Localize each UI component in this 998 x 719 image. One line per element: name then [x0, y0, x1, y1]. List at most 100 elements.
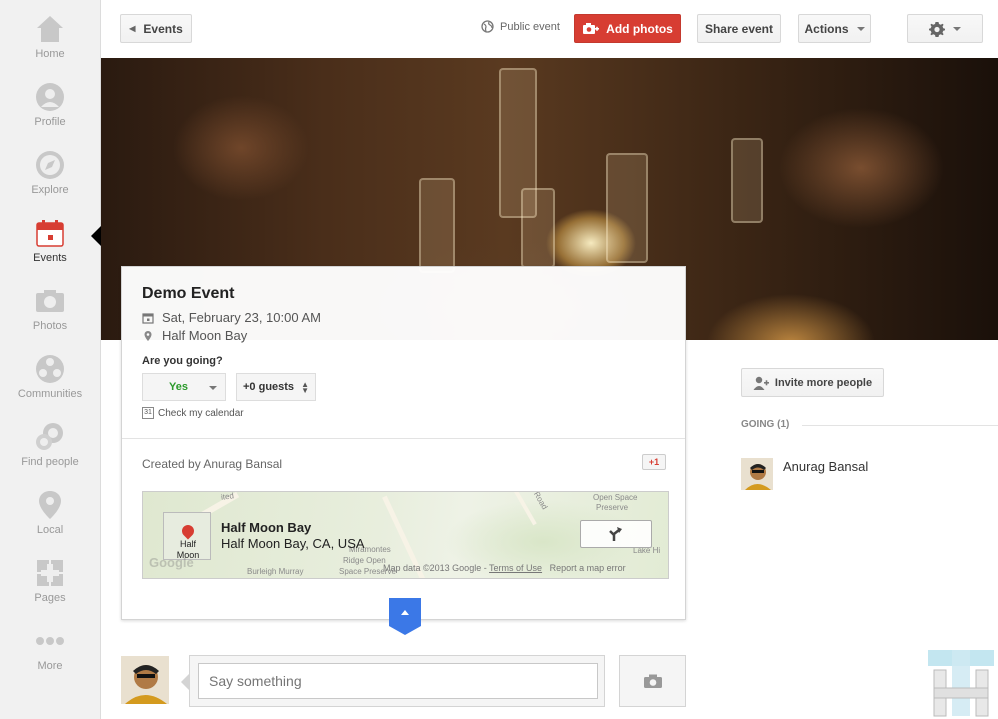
more-dots-icon [36, 637, 64, 645]
nav-label-communities: Communities [17, 388, 83, 400]
event-toolbar: ◀ Events Public event Add photos Share e… [101, 0, 998, 58]
nav-label-more: More [37, 660, 63, 672]
back-button-label: Events [143, 21, 183, 36]
add-person-icon [753, 376, 769, 390]
events-page: Home Profile Explore Events Photos Commu… [0, 0, 998, 719]
say-something-input[interactable] [198, 663, 598, 699]
going-divider [802, 425, 998, 426]
share-event-button[interactable]: Share event [697, 14, 781, 43]
post-composer [181, 655, 605, 707]
add-photos-button[interactable]: Add photos [574, 14, 681, 43]
directions-arrow-icon [609, 527, 622, 541]
google-map-logo: Google [149, 555, 194, 570]
profile-icon [36, 83, 64, 111]
gear-icon [929, 21, 945, 37]
public-event-label: Public event [500, 20, 560, 33]
map-thumb-label-line: Half [179, 539, 196, 549]
up-down-arrows-icon: ▲ ▼ [301, 380, 309, 395]
chevron-down-icon [856, 26, 865, 31]
actions-dropdown-button[interactable]: Actions [798, 14, 871, 43]
left-nav-sidebar: Home Profile Explore Events Photos Commu… [0, 0, 101, 719]
map-label: Open Space [593, 493, 638, 502]
nav-item-find-people[interactable]: Find people [0, 420, 100, 484]
settings-dropdown-button[interactable] [907, 14, 983, 43]
nav-item-communities[interactable]: Communities [0, 352, 100, 416]
camera-icon [643, 674, 662, 688]
globe-icon [481, 20, 494, 33]
active-nav-pointer [91, 226, 101, 246]
add-photos-label: Add photos [606, 21, 673, 36]
guests-stepper[interactable]: +0 guests ▲ ▼ [236, 373, 316, 401]
map-thumbnail: HalfMoon Bay [163, 512, 211, 560]
site-watermark-logo [928, 650, 994, 717]
back-to-events-button[interactable]: ◀ Events [120, 14, 192, 43]
nav-label-find-people: Find people [21, 456, 79, 468]
event-date-row: Sat, February 23, 10:00 AM [142, 310, 321, 325]
map-marker-icon [179, 522, 197, 540]
wine-glass-shape [606, 153, 648, 263]
map-label: Road [531, 491, 550, 512]
back-arrow-icon: ◀ [129, 24, 136, 33]
attendee-avatar[interactable] [741, 458, 773, 490]
collapse-card-button[interactable] [389, 598, 421, 635]
calendar-icon [36, 220, 64, 247]
nav-item-local[interactable]: Local [0, 488, 100, 552]
event-details-card: Demo Event Sat, February 23, 10:00 AM Ha… [121, 266, 686, 620]
map-place-address: Half Moon Bay, CA, USA [221, 536, 365, 551]
map-footer: Map data ©2013 Google - Terms of Use Rep… [383, 563, 626, 573]
rsvp-dropdown[interactable]: Yes [142, 373, 226, 401]
going-count-header: GOING (1) [741, 419, 790, 430]
map-data-credit: Map data ©2013 Google [383, 563, 482, 573]
glass-shape [521, 188, 555, 268]
pages-icon [37, 560, 63, 586]
created-by-text: Created by Anurag Bansal [142, 457, 283, 471]
nav-item-events[interactable]: Events [0, 216, 100, 280]
map-label: Preserve [596, 503, 629, 512]
location-pin-icon [144, 330, 152, 341]
nav-item-more[interactable]: More [0, 624, 100, 688]
add-photo-to-post-button[interactable] [619, 655, 686, 707]
nav-label-explore: Explore [31, 184, 69, 196]
communities-icon [36, 355, 64, 383]
add-photo-icon [583, 23, 600, 34]
public-event-indicator: Public event [481, 20, 560, 33]
attendee-name[interactable]: Anurag Bansal [783, 459, 868, 474]
nav-label-pages: Pages [34, 592, 66, 604]
nav-item-profile[interactable]: Profile [0, 80, 100, 144]
map-label: ited [220, 491, 235, 502]
home-icon [37, 16, 63, 42]
map-label: Ridge Open [343, 556, 386, 565]
report-map-error-link[interactable]: Report a map error [550, 563, 626, 573]
nav-item-photos[interactable]: Photos [0, 284, 100, 348]
nav-item-home[interactable]: Home [0, 12, 100, 76]
calendar-small-icon [142, 312, 154, 324]
nav-item-explore[interactable]: Explore [0, 148, 100, 212]
chevron-down-icon [209, 386, 217, 390]
guests-value: +0 guests [243, 381, 295, 393]
wine-glass-shape [731, 138, 763, 223]
check-calendar-link[interactable]: 31 Check my calendar [142, 407, 244, 419]
location-map[interactable]: ited Road Open Space Preserve Miramontes… [142, 491, 669, 579]
invite-label: Invite more people [774, 376, 873, 389]
card-divider [122, 438, 685, 439]
calendar-31-icon: 31 [142, 407, 154, 419]
event-location: Half Moon Bay [162, 328, 248, 343]
map-place-name: Half Moon Bay [221, 520, 312, 535]
invite-more-people-button[interactable]: Invite more people [741, 368, 884, 397]
nav-item-pages[interactable]: Pages [0, 556, 100, 620]
chevron-down-icon [953, 26, 961, 31]
check-calendar-label: Check my calendar [158, 407, 244, 419]
directions-button[interactable] [580, 520, 652, 548]
map-pin-icon [39, 491, 61, 519]
camera-icon [36, 290, 64, 312]
event-date: Sat, February 23, 10:00 AM [162, 310, 321, 325]
rsvp-question: Are you going? [142, 355, 223, 367]
nav-label-local: Local [36, 524, 64, 536]
user-avatar [121, 656, 169, 704]
nav-label-profile: Profile [34, 116, 66, 128]
nav-label-events: Events [33, 252, 67, 264]
map-terms-link[interactable]: Terms of Use [489, 563, 542, 573]
rsvp-value: Yes [169, 381, 188, 393]
plus-one-button[interactable]: +1 [642, 454, 666, 470]
share-event-label: Share event [704, 21, 774, 36]
